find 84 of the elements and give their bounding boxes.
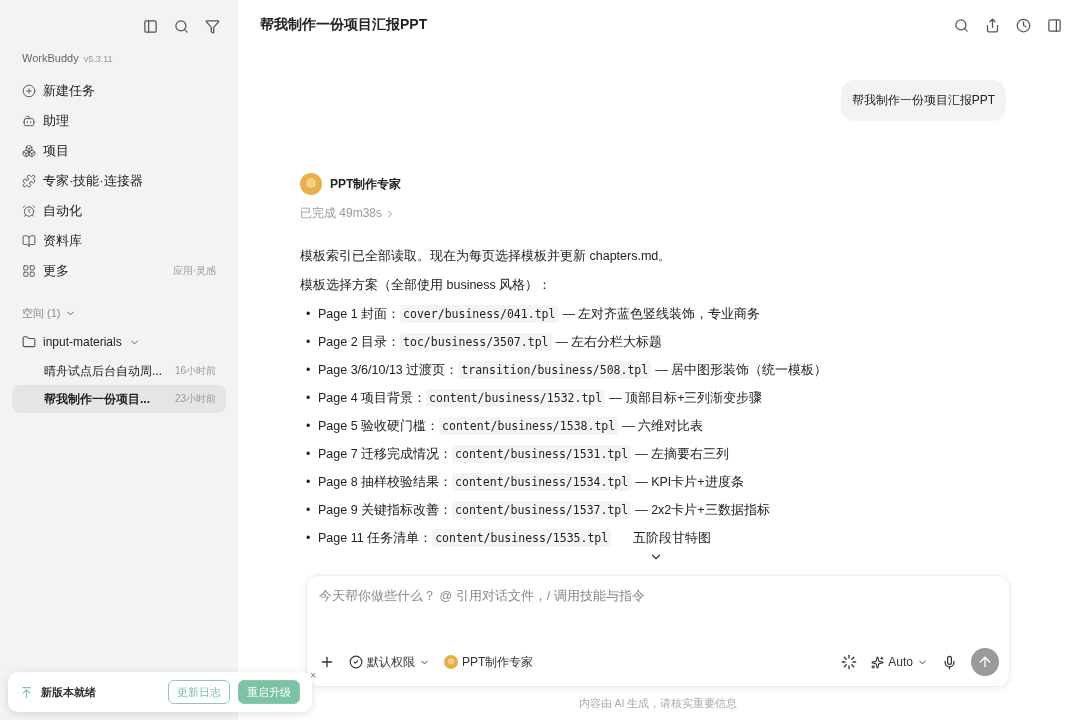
template-description: — 六维对比表 [622,419,704,433]
nav-item[interactable]: 专家·技能·连接器 [43,172,216,190]
nav-item[interactable]: 助理 [43,112,216,130]
template-description: — 左右分栏大标题 [555,335,663,349]
bullet: • [306,418,312,435]
nav-item[interactable]: 自动化 [43,202,216,220]
bullet: • [306,446,312,463]
template-path: transition/business/508.tpl [458,361,652,379]
nav-item[interactable]: 资料库 [43,232,216,250]
bullet: • [306,474,312,491]
message-text: 模板选择方案（全部使用 business 风格）： [300,277,553,294]
sidebar-toggle-icon[interactable] [143,18,158,34]
share-icon[interactable] [985,17,1000,33]
avatar-icon [300,173,322,195]
task-item[interactable]: 晴舟试点后台自动周... 16小时前 [12,357,226,385]
bullet: • [306,390,312,407]
template-description: — 左摘要右三列 [635,447,730,461]
conversation-title: 帮我制作一份项目汇报PPT [260,16,429,34]
search-icon[interactable] [954,17,969,33]
grid-icon [22,264,36,278]
template-path: toc/business/3507.tpl [400,333,552,351]
robot-icon [22,114,36,128]
sparkle-icon [871,655,885,669]
filter-icon[interactable] [205,18,220,34]
template-description: — KPI卡片+进度条 [635,475,744,489]
message-text: 模板索引已全部读取。现在为每页选择模板并更新 chapters.md。 [300,248,673,265]
page-label: Page 4 项目背景： [318,391,427,405]
page-label: Page 7 迁移完成情况： [318,447,453,461]
template-path: content/business/1537.tpl [452,501,632,519]
avatar-icon [444,655,458,669]
alarm-icon [22,204,36,218]
loading-icon [841,654,858,670]
template-description: — 居中图形装饰（统一模板） [655,363,828,377]
page-label: Page 3/6/10/13 过渡页： [318,363,459,377]
add-icon [22,84,36,98]
bullet: • [306,334,312,351]
close-button[interactable]: × [310,670,316,681]
model-dropdown[interactable]: Auto [871,655,928,669]
template-description: — 2x2卡片+三数据指标 [635,503,770,517]
puzzle-icon [22,174,36,188]
nav-item[interactable]: 项目 [43,142,216,160]
toast-message: 新版本就绪 [41,684,97,700]
template-description: 五阶段甘特图 [633,531,712,545]
page-label: Page 9 关键指标改善： [318,503,453,517]
page-label: Page 8 抽样校验结果： [318,475,453,489]
nav-item[interactable]: 新建任务 [43,82,216,100]
boxes-icon [22,144,36,158]
page-label: Page 11 任务清单： [318,531,433,545]
bullet: • [306,530,312,547]
search-icon[interactable] [174,18,189,34]
template-path: cover/business/041.tpl [400,305,559,323]
bullet: • [306,502,312,519]
template-description: — 左对齐蓝色竖线装饰，专业商务 [562,307,761,321]
page-label: Page 2 目录： [318,335,401,349]
permission-dropdown[interactable]: 默认权限 [349,653,430,671]
upgrade-icon [20,685,33,699]
check-circle-icon [349,655,363,669]
microphone-icon[interactable] [942,654,957,670]
template-path: content/business/1532.tpl [426,389,606,407]
task-item[interactable]: 帮我制作一份项目... 23小时前 [12,385,226,413]
agent-chip[interactable]: PPT制作专家 [444,653,534,671]
nav-item[interactable]: 更多 [43,262,166,280]
panel-toggle-icon[interactable] [1047,17,1062,33]
history-icon[interactable] [1016,17,1031,33]
book-icon [22,234,36,248]
template-description: — 顶部目标+三列渐变步骤 [609,391,763,405]
user-message: 帮我制作一份项目汇报PPT [840,80,1006,121]
page-label: Page 1 封面： [318,307,401,321]
folder-name[interactable]: input-materials [43,335,122,349]
bullet: • [306,306,312,323]
template-path: content/business/1538.tpl [439,417,619,435]
page-label: Page 5 验收硬门槛： [318,419,440,433]
agent-name: PPT制作专家 [330,175,402,193]
app-version: v5.3.11 [83,54,113,64]
bullet: • [306,362,312,379]
add-icon[interactable] [319,654,335,670]
disclaimer-text: 内容由 AI 生成，请核实重要信息 [577,697,739,711]
nav-hint: 应用·灵感 [172,264,216,278]
send-button[interactable] [971,648,999,676]
template-path: content/business/1531.tpl [452,445,632,463]
template-path: content/business/1535.tpl [432,529,612,547]
template-path: content/business/1534.tpl [452,473,632,491]
folder-icon [22,335,36,349]
app-name: WorkBuddy [22,52,79,64]
